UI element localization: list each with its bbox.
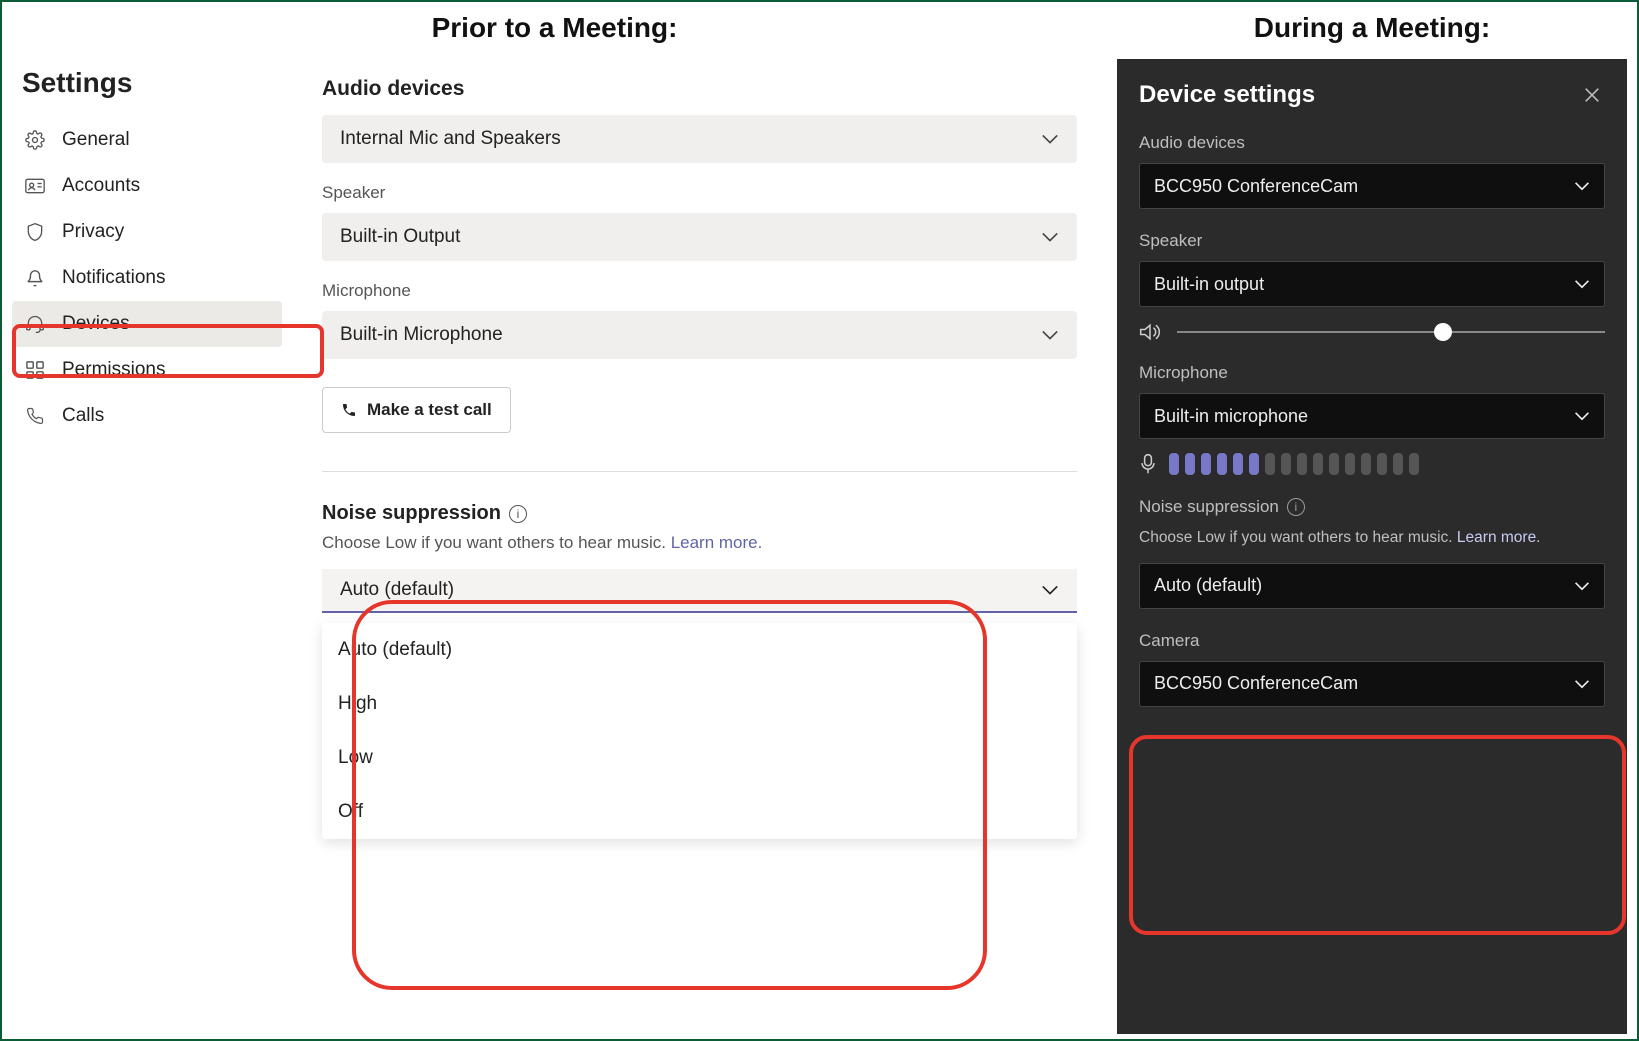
sidebar-item-label: Devices — [62, 313, 130, 335]
sidebar-item-privacy[interactable]: Privacy — [12, 209, 282, 255]
noise-suppression-desc-dark: Choose Low if you want others to hear mu… — [1139, 527, 1605, 549]
ns-desc-text: Choose Low if you want others to hear mu… — [1139, 529, 1457, 546]
microphone-select-dark[interactable]: Built-in microphone — [1139, 393, 1605, 439]
ns-option-low[interactable]: Low — [322, 731, 1077, 785]
noise-suppression-title-dark: Noise suppression — [1139, 497, 1279, 517]
sidebar-item-calls[interactable]: Calls — [12, 393, 282, 439]
audio-devices-label-dark: Audio devices — [1139, 133, 1605, 153]
sidebar-item-label: Notifications — [62, 267, 166, 289]
heading-prior: Prior to a Meeting: — [2, 2, 1107, 59]
ns-option-high[interactable]: High — [322, 677, 1077, 731]
bell-icon — [24, 267, 46, 289]
id-card-icon — [24, 175, 46, 197]
audio-device-select[interactable]: Internal Mic and Speakers — [322, 115, 1077, 163]
chevron-down-icon — [1041, 329, 1059, 341]
headset-icon — [24, 313, 46, 335]
select-value: Internal Mic and Speakers — [340, 128, 561, 150]
noise-suppression-select-dark[interactable]: Auto (default) — [1139, 563, 1605, 609]
speaker-label-dark: Speaker — [1139, 231, 1605, 251]
mic-level-meter — [1169, 453, 1605, 475]
close-button[interactable] — [1579, 82, 1605, 108]
camera-label-dark: Camera — [1139, 631, 1605, 651]
sidebar-item-general[interactable]: General — [12, 117, 282, 163]
noise-suppression-options: Auto (default) High Low Off — [322, 623, 1077, 839]
speaker-label: Speaker — [322, 183, 1077, 203]
chevron-down-icon — [1574, 679, 1590, 689]
microphone-label: Microphone — [322, 281, 1077, 301]
sidebar-item-label: Privacy — [62, 221, 124, 243]
camera-select-dark[interactable]: BCC950 ConferenceCam — [1139, 661, 1605, 707]
chevron-down-icon — [1574, 411, 1590, 421]
sidebar-item-label: Accounts — [62, 175, 140, 197]
device-settings-title: Device settings — [1139, 81, 1315, 109]
noise-suppression-title: Noise suppression — [322, 502, 501, 525]
sidebar-item-accounts[interactable]: Accounts — [12, 163, 282, 209]
select-value: Built-in Output — [340, 226, 460, 248]
button-label: Make a test call — [367, 400, 492, 420]
sidebar-item-devices[interactable]: Devices — [12, 301, 282, 347]
chevron-down-icon — [1574, 279, 1590, 289]
sidebar-item-label: Permissions — [62, 359, 165, 381]
microphone-label-dark: Microphone — [1139, 363, 1605, 383]
highlight-noise-suppression-dark — [1129, 735, 1626, 935]
noise-suppression-desc: Choose Low if you want others to hear mu… — [322, 533, 1077, 553]
ns-option-off[interactable]: Off — [322, 785, 1077, 839]
grid-icon — [24, 359, 46, 381]
select-value: Auto (default) — [340, 579, 454, 601]
microphone-icon — [1139, 453, 1157, 475]
chevron-down-icon — [1041, 584, 1059, 596]
audio-devices-title: Audio devices — [322, 77, 1077, 101]
settings-title: Settings — [12, 59, 282, 117]
sidebar-item-label: Calls — [62, 405, 104, 427]
divider — [322, 471, 1077, 472]
chevron-down-icon — [1574, 181, 1590, 191]
learn-more-link[interactable]: Learn more. — [671, 533, 763, 552]
heading-during: During a Meeting: — [1107, 2, 1637, 59]
noise-suppression-select[interactable]: Auto (default) — [322, 569, 1077, 613]
learn-more-link-dark[interactable]: Learn more. — [1457, 529, 1541, 546]
speaker-select-dark[interactable]: Built-in output — [1139, 261, 1605, 307]
chevron-down-icon — [1041, 133, 1059, 145]
ns-option-auto[interactable]: Auto (default) — [322, 623, 1077, 677]
select-value: Built-in microphone — [1154, 406, 1308, 427]
phone-icon — [24, 405, 46, 427]
select-value: BCC950 ConferenceCam — [1154, 176, 1358, 197]
sidebar-item-label: General — [62, 129, 130, 151]
select-value: Auto (default) — [1154, 575, 1262, 596]
chevron-down-icon — [1574, 581, 1590, 591]
shield-icon — [24, 221, 46, 243]
sidebar-item-permissions[interactable]: Permissions — [12, 347, 282, 393]
ns-desc-text: Choose Low if you want others to hear mu… — [322, 533, 671, 552]
microphone-select[interactable]: Built-in Microphone — [322, 311, 1077, 359]
gear-icon — [24, 129, 46, 151]
volume-slider[interactable] — [1177, 331, 1605, 333]
test-call-button[interactable]: Make a test call — [322, 387, 511, 433]
info-icon[interactable]: i — [1287, 498, 1305, 516]
audio-device-select-dark[interactable]: BCC950 ConferenceCam — [1139, 163, 1605, 209]
select-value: Built-in output — [1154, 274, 1264, 295]
sidebar-item-notifications[interactable]: Notifications — [12, 255, 282, 301]
select-value: Built-in Microphone — [340, 324, 503, 346]
phone-icon — [341, 402, 357, 418]
speaker-select[interactable]: Built-in Output — [322, 213, 1077, 261]
info-icon[interactable]: i — [509, 505, 527, 523]
chevron-down-icon — [1041, 231, 1059, 243]
select-value: BCC950 ConferenceCam — [1154, 673, 1358, 694]
slider-thumb[interactable] — [1434, 323, 1452, 341]
speaker-icon — [1139, 323, 1161, 341]
